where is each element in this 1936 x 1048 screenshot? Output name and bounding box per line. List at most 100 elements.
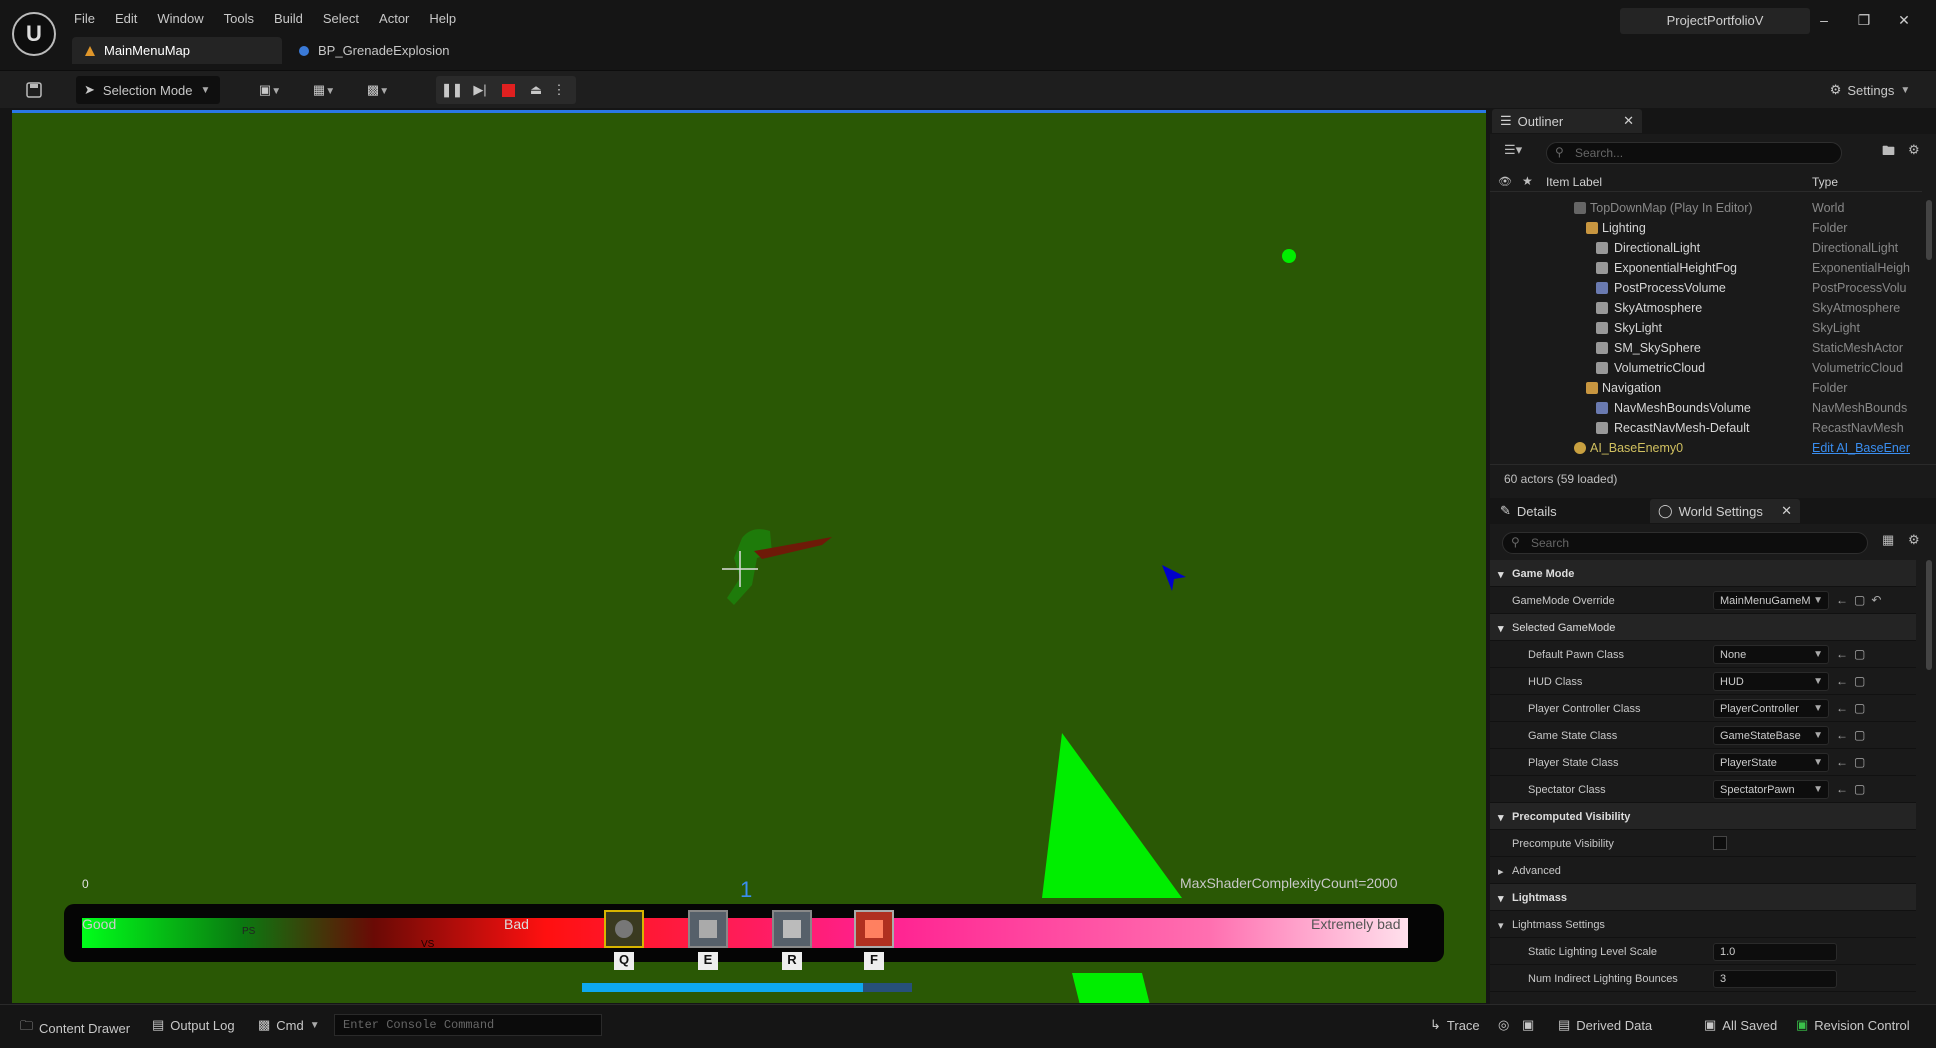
new-folder-icon[interactable]: 🖿 xyxy=(1882,142,1895,164)
browse-icons[interactable]: ←▢ xyxy=(1836,674,1871,688)
tree-row[interactable]: RecastNavMesh-Default RecastNavMesh xyxy=(1490,418,1922,438)
spectator-class-dropdown[interactable]: SpectatorPawn ▼ xyxy=(1713,780,1829,799)
outliner-scrollbar[interactable] xyxy=(1926,200,1932,260)
filter-icon[interactable]: ☰▾ xyxy=(1504,142,1522,158)
pause-button[interactable]: ❚❚ xyxy=(440,76,464,104)
derived-data-button[interactable]: ▤ Derived Data xyxy=(1558,1017,1652,1033)
browse-icons[interactable]: ←▢ xyxy=(1836,782,1871,796)
ability-slot-r[interactable] xyxy=(772,910,812,948)
star-icon[interactable]: ★ xyxy=(1522,174,1533,188)
tree-row[interactable]: SkyLight SkyLight xyxy=(1490,318,1922,338)
col-type[interactable]: Type xyxy=(1812,175,1838,189)
tree-row[interactable]: VolumetricCloud VolumetricCloud xyxy=(1490,358,1922,378)
edit-blueprint-link[interactable]: Edit AI_BaseEner xyxy=(1812,441,1922,455)
indirect-bounces-input[interactable]: 3 xyxy=(1713,970,1837,988)
precompute-visibility-checkbox[interactable] xyxy=(1713,836,1727,850)
static-lighting-scale-input[interactable]: 1.0 xyxy=(1713,943,1837,961)
cmd-dropdown[interactable]: ▩ Cmd ▼ xyxy=(258,1017,320,1033)
close-icon[interactable]: ✕ xyxy=(1781,503,1792,519)
revision-control-button[interactable]: ▣ Revision Control xyxy=(1796,1017,1910,1033)
step-button[interactable]: ▶| xyxy=(468,76,492,104)
restore-icon[interactable]: ❐ xyxy=(1850,12,1878,36)
section-advanced[interactable]: ▸ Advanced xyxy=(1490,857,1916,884)
menu-tools[interactable]: Tools xyxy=(214,8,264,29)
record-button[interactable]: ◎ xyxy=(1498,1017,1509,1033)
menu-actor[interactable]: Actor xyxy=(369,8,419,29)
tree-row[interactable]: SkyAtmosphere SkyAtmosphere xyxy=(1490,298,1922,318)
tree-row[interactable]: AI_BaseEnemy0 Edit AI_BaseEner xyxy=(1490,438,1922,458)
menu-select[interactable]: Select xyxy=(313,8,369,29)
menu-edit[interactable]: Edit xyxy=(105,8,147,29)
level-viewport[interactable]: 0 1 MaxShaderComplexityCount=2000 Good P… xyxy=(12,110,1486,1003)
game-state-dropdown[interactable]: GameStateBase ▼ xyxy=(1713,726,1829,745)
menu-window[interactable]: Window xyxy=(147,8,213,29)
tree-row[interactable]: NavMeshBoundsVolume NavMeshBounds xyxy=(1490,398,1922,418)
close-icon[interactable]: ✕ xyxy=(1890,12,1918,36)
console-command-input[interactable]: Enter Console Command xyxy=(334,1014,602,1036)
outliner-search-input[interactable]: ⚲ Search... xyxy=(1546,142,1842,164)
section-precomputed-visibility[interactable]: ▾ Precomputed Visibility xyxy=(1490,803,1916,830)
browse-icons[interactable]: ←▢ xyxy=(1836,701,1871,715)
hud-class-dropdown[interactable]: HUD ▼ xyxy=(1713,672,1829,691)
details-search-input[interactable]: ⚲ Search xyxy=(1502,532,1868,554)
selection-mode-dropdown[interactable]: ➤ Selection Mode ▼ xyxy=(76,76,220,104)
eject-button[interactable]: ⏏ xyxy=(524,76,548,104)
tree-row[interactable]: ExponentialHeightFog ExponentialHeigh xyxy=(1490,258,1922,278)
play-options-button[interactable]: ⋮ xyxy=(550,76,568,104)
content-drawer-button[interactable]: 🗀 Content Drawer xyxy=(20,1017,130,1039)
screenshot-button[interactable]: ▣ xyxy=(1522,1017,1534,1033)
browse-icons[interactable]: ←▢ xyxy=(1836,728,1871,742)
player-controller-dropdown[interactable]: PlayerController ▼ xyxy=(1713,699,1829,718)
unreal-logo-icon[interactable]: U xyxy=(12,12,56,56)
section-lightmass-settings[interactable]: ▾ Lightmass Settings xyxy=(1490,911,1916,938)
blueprint-button[interactable]: ▦▼ xyxy=(304,76,344,104)
tab-main-menu-map[interactable]: MainMenuMap xyxy=(72,37,282,64)
zero-label: 0 xyxy=(82,877,89,891)
all-saved-button[interactable]: ▣ All Saved xyxy=(1704,1017,1777,1033)
status-bar: 🗀 Content Drawer ▤ Output Log ▩ Cmd ▼ Enter … xyxy=(0,1004,1936,1048)
cinematics-button[interactable]: ▩▼ xyxy=(358,76,398,104)
ability-slot-q[interactable] xyxy=(604,910,644,948)
col-item-label[interactable]: Item Label xyxy=(1546,175,1602,189)
player-state-dropdown[interactable]: PlayerState ▼ xyxy=(1713,753,1829,772)
section-game-mode[interactable]: ▾ Game Mode xyxy=(1490,560,1916,587)
tree-row-folder[interactable]: Lighting Folder xyxy=(1490,218,1922,238)
tree-row-world[interactable]: TopDownMap (Play In Editor) World xyxy=(1490,198,1922,218)
ability-slot-e[interactable] xyxy=(688,910,728,948)
gear-icon[interactable]: ⚙ xyxy=(1908,532,1920,548)
menu-build[interactable]: Build xyxy=(264,8,313,29)
stop-button[interactable] xyxy=(496,76,520,104)
minimize-icon[interactable]: – xyxy=(1810,12,1838,36)
tree-row-folder[interactable]: Navigation Folder xyxy=(1490,378,1922,398)
eye-icon[interactable]: 👁 xyxy=(1498,175,1512,188)
static-mesh-icon xyxy=(1596,342,1608,354)
trace-button[interactable]: ↳ Trace xyxy=(1430,1017,1480,1033)
post-process-icon xyxy=(1596,282,1608,294)
browse-icons[interactable]: ←▢↶ xyxy=(1836,593,1887,607)
browse-icons[interactable]: ←▢ xyxy=(1836,755,1871,769)
gamemode-override-dropdown[interactable]: MainMenuGameM ▼ xyxy=(1713,591,1829,610)
section-lightmass[interactable]: ▾ Lightmass xyxy=(1490,884,1916,911)
tree-row[interactable]: PostProcessVolume PostProcessVolu xyxy=(1490,278,1922,298)
menu-help[interactable]: Help xyxy=(419,8,466,29)
menu-file[interactable]: File xyxy=(64,8,105,29)
section-selected-gamemode[interactable]: ▾ Selected GameMode xyxy=(1490,614,1916,641)
tab-details[interactable]: ✎ Details xyxy=(1492,499,1642,523)
details-scrollbar[interactable] xyxy=(1926,560,1932,670)
outliner-tab-label: Outliner xyxy=(1517,113,1564,129)
table-view-icon[interactable]: ▦ xyxy=(1882,532,1894,548)
close-icon[interactable]: ✕ xyxy=(1623,113,1634,129)
tab-bp-grenade-explosion[interactable]: BP_GrenadeExplosion xyxy=(286,37,476,64)
output-log-button[interactable]: ▤ Output Log xyxy=(152,1017,235,1033)
tab-outliner[interactable]: ☰ Outliner ✕ xyxy=(1492,109,1642,133)
tree-row[interactable]: SM_SkySphere StaticMeshActor xyxy=(1490,338,1922,358)
settings-button[interactable]: ⚙ Settings ▼ xyxy=(1820,76,1920,104)
tree-row[interactable]: DirectionalLight DirectionalLight xyxy=(1490,238,1922,258)
browse-icons[interactable]: ←▢ xyxy=(1836,647,1871,661)
ability-slot-f[interactable] xyxy=(854,910,894,948)
tab-world-settings[interactable]: ◯ World Settings ✕ xyxy=(1650,499,1800,523)
add-actor-button[interactable]: ▣▼ xyxy=(250,76,290,104)
save-button[interactable] xyxy=(20,76,48,104)
default-pawn-dropdown[interactable]: None ▼ xyxy=(1713,645,1829,664)
gear-icon[interactable]: ⚙ xyxy=(1908,142,1920,158)
